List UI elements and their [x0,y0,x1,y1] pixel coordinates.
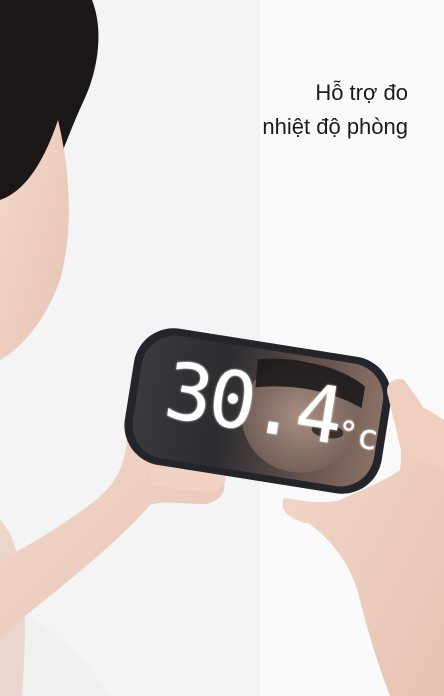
caption: Hỗ trợ đo nhiệt độ phòng [262,76,408,144]
caption-line-2: nhiệt độ phòng [262,114,408,139]
temperature-unit: °c [334,413,381,460]
caption-line-1: Hỗ trợ đo [315,80,408,105]
